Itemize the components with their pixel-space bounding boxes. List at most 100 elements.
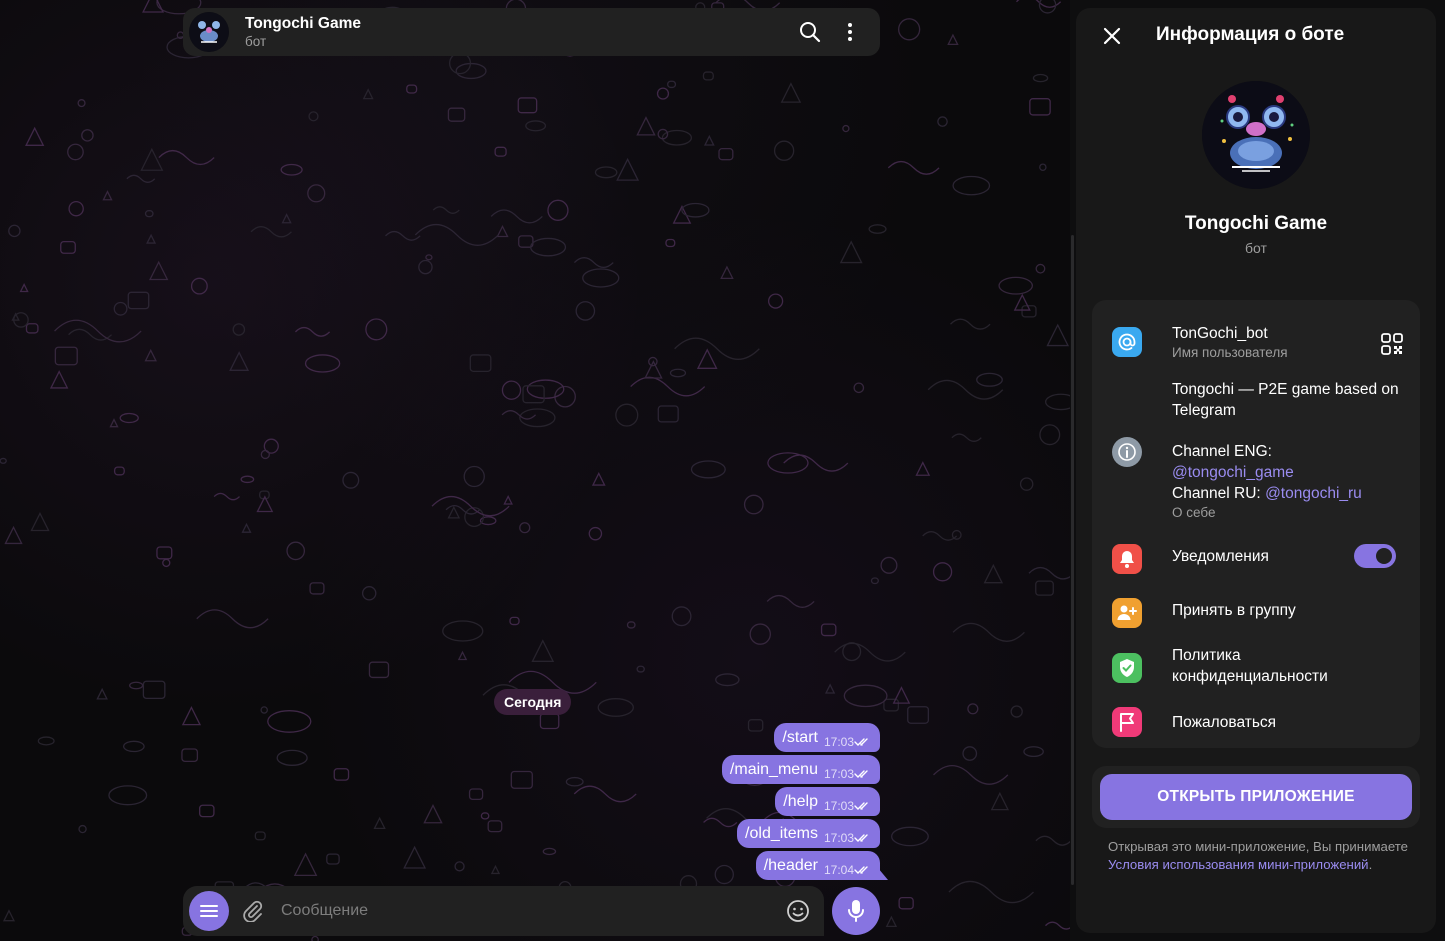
chat-header[interactable]: Tongochi Game бот — [183, 8, 880, 56]
message-bubble[interactable]: /old_items 17:03 — [737, 819, 880, 848]
background-doodle — [575, 301, 596, 321]
background-doodle — [530, 237, 567, 257]
notifications-row[interactable]: Уведомления — [1092, 532, 1420, 580]
background-doodle — [674, 337, 760, 360]
background-doodle — [78, 824, 87, 834]
background-doodle — [286, 541, 306, 561]
background-doodle — [81, 129, 94, 142]
background-doodle — [715, 673, 740, 687]
background-doodle — [423, 804, 443, 824]
background-doodle — [702, 71, 714, 81]
message-text: /old_items — [745, 824, 818, 842]
background-doodle — [962, 746, 978, 761]
message-meta: 17:03 — [824, 767, 872, 781]
report-row[interactable]: Пожаловаться — [1092, 700, 1420, 744]
background-doodle — [454, 861, 465, 872]
message-bubble[interactable]: /main_menu 17:03 — [721, 755, 880, 784]
privacy-policy-row[interactable]: Политика конфиденциальности — [1092, 640, 1420, 696]
background-doodle — [37, 736, 55, 746]
background-doodle — [102, 190, 113, 201]
background-doodle — [898, 18, 921, 41]
background-doodle — [196, 609, 269, 629]
background-doodle — [933, 764, 1009, 785]
background-doodle — [365, 318, 388, 341]
paperclip-icon — [243, 900, 263, 922]
background-doodle — [304, 354, 341, 373]
background-doodle — [573, 785, 637, 803]
bot-profile-avatar[interactable] — [1202, 81, 1310, 189]
background-doodle — [915, 461, 931, 476]
background-doodle — [455, 62, 487, 80]
background-doodle — [773, 140, 795, 161]
menu-icon — [200, 905, 218, 917]
background-doodle — [67, 143, 84, 161]
channel-ru-link[interactable]: @tongochi_ru — [1265, 485, 1362, 502]
message-bubble[interactable]: /header 17:04 — [755, 851, 880, 880]
notifications-toggle[interactable] — [1354, 544, 1396, 568]
message-input[interactable] — [281, 902, 778, 920]
message-meta: 17:04 — [824, 863, 872, 877]
background-doodle — [656, 87, 670, 100]
background-doodle — [294, 326, 331, 337]
qr-code-button[interactable] — [1378, 330, 1406, 358]
background-doodle — [260, 706, 268, 714]
username-row[interactable]: TonGochi_bot Имя пользователя — [1092, 314, 1420, 366]
background-doodle — [181, 706, 202, 726]
privacy-label-line2: конфиденциальности — [1172, 668, 1328, 685]
double-check-icon — [854, 769, 868, 778]
bot-avatar[interactable] — [189, 12, 229, 52]
message-bubble[interactable]: /start 17:03 — [774, 723, 880, 752]
background-doodle — [967, 703, 979, 715]
open-app-button[interactable]: Открыть приложение — [1100, 774, 1412, 820]
close-panel-button[interactable] — [1092, 16, 1132, 56]
background-doodle — [519, 522, 531, 534]
background-doodle — [362, 88, 374, 100]
terms-link[interactable]: Условия использования мини-приложений — [1108, 857, 1369, 872]
background-doodle — [743, 494, 764, 515]
background-doodle — [1039, 163, 1047, 172]
channel-eng-link[interactable]: @tongochi_game — [1172, 464, 1294, 481]
background-doodle — [1044, 393, 1070, 411]
background-doodle — [142, 680, 166, 700]
background-doodle — [927, 379, 1004, 400]
background-doodle — [109, 418, 119, 428]
background-doodle — [490, 864, 501, 875]
background-doodle — [480, 812, 490, 820]
username-value: TonGochi_bot — [1172, 325, 1268, 342]
background-doodle — [162, 558, 171, 568]
background-doodle — [240, 475, 255, 484]
background-doodle — [293, 852, 318, 877]
search-button[interactable] — [790, 12, 830, 52]
background-doodle — [630, 376, 706, 397]
add-to-group-row[interactable]: Принять в группу — [1092, 586, 1420, 634]
chat-background-pattern — [0, 0, 1070, 941]
background-doodle — [68, 200, 84, 217]
bot-profile-name: Tongochi Game — [1184, 213, 1328, 234]
voice-record-button[interactable] — [832, 887, 880, 935]
background-doodle — [309, 582, 325, 595]
more-button[interactable] — [830, 12, 870, 52]
background-doodle — [250, 226, 292, 238]
background-doodle — [4, 525, 23, 545]
background-doodle — [144, 210, 154, 218]
background-doodle — [690, 460, 726, 479]
background-doodle — [148, 260, 169, 281]
chat-header-info[interactable]: Tongochi Game бот — [245, 14, 790, 50]
bot-menu-button[interactable] — [189, 891, 229, 931]
emoji-button[interactable] — [778, 891, 818, 931]
background-doodle — [442, 620, 484, 642]
close-icon — [1103, 27, 1121, 45]
message-bubble[interactable]: /help 17:03 — [775, 787, 880, 816]
attach-button[interactable] — [235, 893, 271, 929]
message-time: 17:03 — [823, 766, 854, 781]
background-doodle — [1019, 477, 1034, 491]
chat-scrollbar[interactable] — [1071, 235, 1074, 885]
message-time: 17:03 — [823, 830, 854, 845]
background-doodle — [254, 831, 266, 841]
background-doodle — [129, 681, 144, 690]
background-doodle — [425, 254, 433, 261]
background-doodle — [880, 556, 898, 574]
chat-area: Tongochi Game бот Сегодня /start 17:03 /… — [0, 0, 1070, 941]
background-doodle — [1028, 566, 1070, 580]
bio-line-ru: Channel RU: @tongochi_ru — [1172, 483, 1412, 504]
